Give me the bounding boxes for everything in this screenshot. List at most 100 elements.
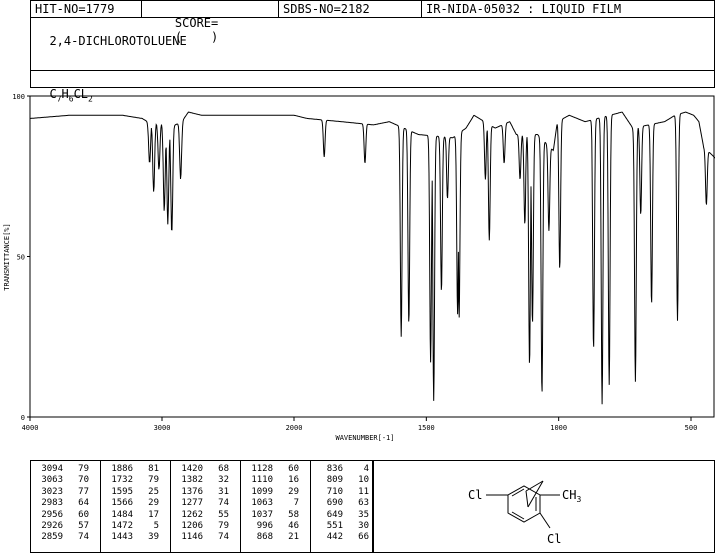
peak-row: 809 10 [311, 475, 372, 486]
peak-row: 1376 31 [171, 487, 240, 498]
peak-transmittance: 60 [288, 464, 299, 474]
peak-wavenumber: 3094 [41, 464, 63, 474]
peak-row: 1732 79 [101, 475, 170, 486]
peak-row: 551 30 [311, 521, 372, 532]
peak-row: 1420 68 [171, 464, 240, 475]
peak-transmittance: 60 [78, 509, 89, 520]
peak-transmittance: 25 [148, 486, 159, 497]
peak-row: 690 63 [311, 498, 372, 509]
x-axis-label: WAVENUMBER[-1] [335, 434, 394, 442]
peak-transmittance: 46 [288, 521, 299, 532]
peak-column: 1128 60 1110 16 1099 29 1063 7 1037 58 996 46 868 21 [241, 461, 311, 552]
peak-row: 1886 81 [101, 464, 170, 475]
peak-transmittance: 5 [153, 521, 159, 532]
peak-row: 2983 64 [31, 498, 100, 509]
peak-wavenumber: 2956 [41, 509, 63, 520]
peak-row: 649 35 [311, 510, 372, 521]
peak-row: 1595 25 [101, 487, 170, 498]
peak-transmittance: 58 [288, 509, 299, 520]
peak-wavenumber: 690 [326, 498, 343, 509]
peak-wavenumber: 2859 [41, 532, 63, 543]
x-tick-label: 500 [685, 424, 698, 432]
peak-wavenumber: 836 [326, 464, 343, 474]
peak-wavenumber: 649 [326, 509, 343, 520]
peak-wavenumber: 3063 [41, 475, 63, 486]
peak-column: 1886 81 1732 79 1595 25 1566 29 1484 17 1472 5 1443 3… [101, 461, 171, 552]
peak-wavenumber: 1566 [111, 498, 133, 509]
y-tick-label: 100 [12, 93, 25, 101]
peak-wavenumber: 1382 [181, 475, 203, 486]
peak-transmittance: 35 [358, 509, 369, 520]
peak-table: 3094 79 3063 70 3023 77 2983 64 2956 60 2926 57 2859… [30, 460, 373, 553]
y-tick-label: 50 [17, 254, 25, 262]
peak-transmittance: 29 [148, 498, 159, 509]
x-tick-label: 1500 [418, 424, 435, 432]
peak-transmittance: 10 [358, 475, 369, 486]
peak-wavenumber: 1595 [111, 486, 133, 497]
peak-transmittance: 70 [78, 475, 89, 486]
peak-wavenumber: 868 [256, 532, 273, 543]
peak-transmittance: 4 [363, 464, 369, 474]
peak-wavenumber: 1037 [251, 509, 273, 520]
peak-row: 3023 77 [31, 487, 100, 498]
x-tick-label: 4000 [22, 424, 39, 432]
peak-column: 3094 79 3063 70 3023 77 2983 64 2956 60 2926 57 2859… [31, 461, 101, 552]
peak-row: 1443 39 [101, 532, 170, 543]
peak-transmittance: 74 [218, 532, 229, 543]
peak-row: 2926 57 [31, 521, 100, 532]
peak-wavenumber: 1886 [111, 464, 133, 474]
x-tick-label: 2000 [286, 424, 303, 432]
peak-row: 1099 29 [241, 487, 310, 498]
peak-row: 1277 74 [171, 498, 240, 509]
spectrum-line [29, 111, 715, 405]
peak-row: 996 46 [241, 521, 310, 532]
peak-wavenumber: 551 [326, 521, 343, 532]
peak-row: 836 4 [311, 464, 372, 475]
y-axis-label: TRANSMITTANCE[%] [3, 223, 11, 290]
peak-transmittance: 57 [78, 521, 89, 532]
peak-column: 836 4 809 10 710 11 690 63 649 35 551 30 442 66 [311, 461, 372, 552]
peak-wavenumber: 1262 [181, 509, 203, 520]
peak-transmittance: 30 [358, 521, 369, 532]
x-tick-label: 1000 [550, 424, 567, 432]
peak-transmittance: 16 [288, 475, 299, 486]
peak-transmittance: 29 [288, 486, 299, 497]
peak-column: 1420 68 1382 32 1376 31 1277 74 1262 55 1206 79 1146… [171, 461, 241, 552]
peak-wavenumber: 2983 [41, 498, 63, 509]
peak-row: 1206 79 [171, 521, 240, 532]
peak-transmittance: 63 [358, 498, 369, 509]
peak-transmittance: 11 [358, 486, 369, 497]
peak-row: 2956 60 [31, 510, 100, 521]
peak-wavenumber: 1472 [111, 521, 133, 532]
peak-row: 1262 55 [171, 510, 240, 521]
peak-wavenumber: 1063 [251, 498, 273, 509]
peak-row: 1472 5 [101, 521, 170, 532]
peak-wavenumber: 710 [326, 486, 343, 497]
chloro-left-label: Cl [468, 488, 482, 502]
peak-wavenumber: 996 [256, 521, 273, 532]
peak-wavenumber: 1732 [111, 475, 133, 486]
peak-row: 2859 74 [31, 532, 100, 543]
peak-transmittance: 68 [218, 464, 229, 474]
peak-wavenumber: 1376 [181, 486, 203, 497]
peak-transmittance: 79 [218, 521, 229, 532]
peak-row: 1146 74 [171, 532, 240, 543]
peak-transmittance: 17 [148, 509, 159, 520]
peak-wavenumber: 2926 [41, 521, 63, 532]
peak-row: 1037 58 [241, 510, 310, 521]
peak-transmittance: 74 [218, 498, 229, 509]
peak-transmittance: 32 [218, 475, 229, 486]
peak-wavenumber: 1420 [181, 464, 203, 474]
peak-wavenumber: 1099 [251, 486, 273, 497]
peak-wavenumber: 1484 [111, 509, 133, 520]
peak-row: 442 66 [311, 532, 372, 543]
peak-row: 1063 7 [241, 498, 310, 509]
ir-spectrum-chart: 4000 3000 2000 1500 1000 500 0 50 100 WAVENUMBER… [3, 93, 715, 442]
peak-transmittance: 77 [78, 486, 89, 497]
peak-row: 3063 70 [31, 475, 100, 486]
peak-row: 1128 60 [241, 464, 310, 475]
peak-wavenumber: 1146 [181, 532, 203, 543]
peak-transmittance: 21 [288, 532, 299, 543]
benzene-ring [507, 485, 541, 523]
methyl-label: CH3 [562, 488, 581, 504]
